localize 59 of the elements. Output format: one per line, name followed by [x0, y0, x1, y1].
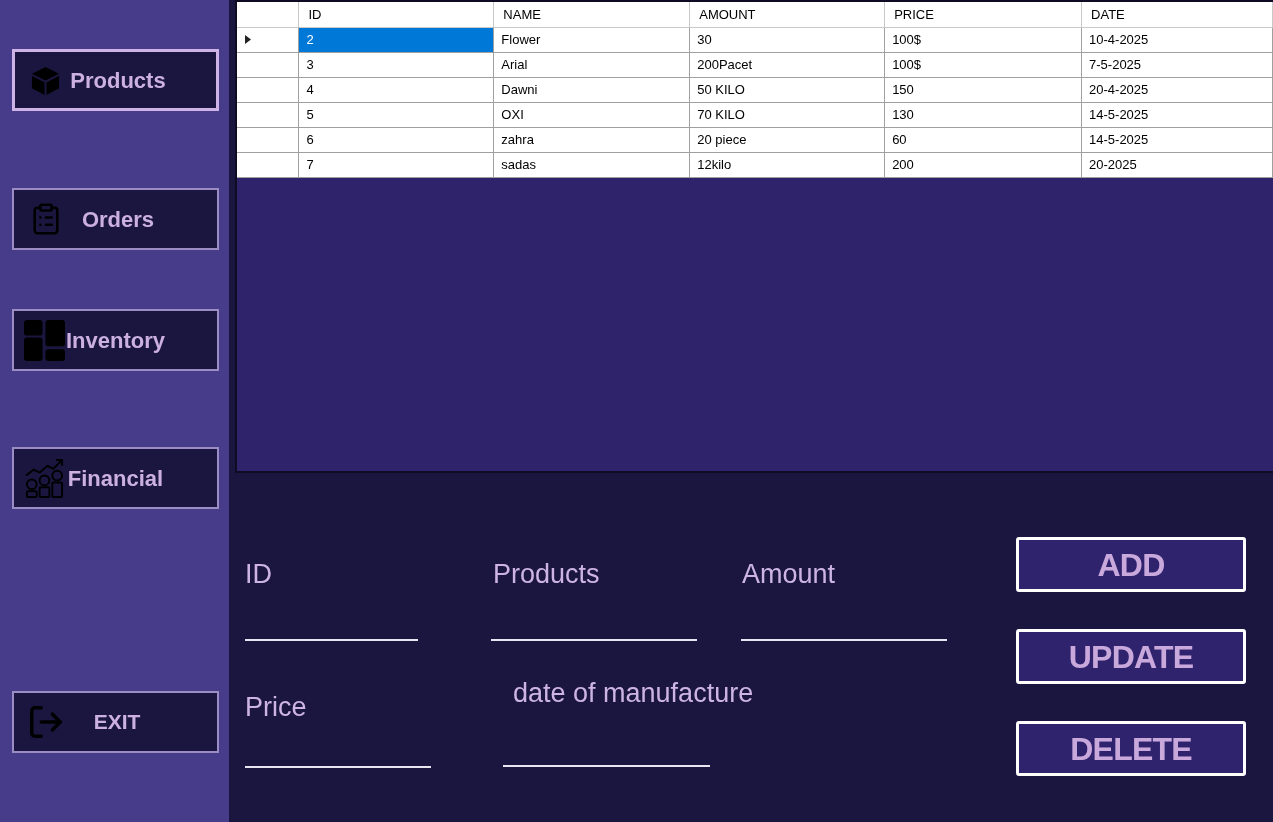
- table-cell: 60: [884, 127, 1082, 152]
- table-cell: 20 piece: [689, 127, 885, 152]
- row-header-cell[interactable]: [237, 27, 299, 52]
- column-header[interactable]: DATE: [1081, 2, 1273, 27]
- row-header-cell[interactable]: [237, 52, 299, 77]
- table-cell: 130: [884, 102, 1082, 127]
- table-cell: 2: [298, 27, 494, 52]
- nav-button[interactable]: Products: [12, 49, 219, 111]
- box-icon: [30, 64, 61, 96]
- table-cell: 6: [298, 127, 494, 152]
- table-cell: Flower: [493, 27, 690, 52]
- table-cell: zahra: [493, 127, 690, 152]
- nav-button[interactable]: Orders: [12, 188, 219, 250]
- table-cell: 14-5-2025: [1081, 102, 1273, 127]
- table-cell: 30: [689, 27, 885, 52]
- nav-button[interactable]: Inventory: [12, 309, 219, 371]
- table-cell: 7-5-2025: [1081, 52, 1273, 77]
- tiles-icon: [24, 319, 65, 361]
- column-header[interactable]: AMOUNT: [689, 2, 885, 27]
- table-cell: 4: [298, 77, 494, 102]
- table-cell: 200: [884, 152, 1082, 177]
- table-cell: 20-4-2025: [1081, 77, 1273, 102]
- table-cell: 10-4-2025: [1081, 27, 1273, 52]
- table-cell: 12kilo: [689, 152, 885, 177]
- action-button[interactable]: ADD: [1016, 537, 1246, 592]
- field-label: Products: [492, 558, 601, 590]
- table-cell: 5: [298, 102, 494, 127]
- table-cell: 3: [298, 52, 494, 77]
- table-cell: 150: [884, 77, 1082, 102]
- column-header[interactable]: ID: [298, 2, 494, 27]
- table-cell: 200Pacet: [689, 52, 885, 77]
- row-header-cell[interactable]: [237, 77, 299, 102]
- table-cell: 7: [298, 152, 494, 177]
- field-label: Price: [245, 691, 308, 723]
- table-cell: 14-5-2025: [1081, 127, 1273, 152]
- nav-button[interactable]: Financial: [12, 447, 219, 509]
- table-cell: 20-2025: [1081, 152, 1273, 177]
- action-button[interactable]: UPDATE: [1016, 629, 1246, 684]
- table-cell: OXI: [493, 102, 690, 127]
- table-cell: 70 KILO: [689, 102, 885, 127]
- row-header-cell[interactable]: [237, 102, 299, 127]
- table-cell: Dawni: [493, 77, 690, 102]
- field-label: date of manufacture: [512, 677, 755, 709]
- field-label: Amount: [741, 558, 837, 590]
- table-cell: Arial: [493, 52, 690, 77]
- field-label: ID: [245, 558, 273, 590]
- column-header[interactable]: PRICE: [884, 2, 1082, 27]
- table-cell: 100$: [884, 52, 1082, 77]
- action-button[interactable]: DELETE: [1016, 721, 1246, 776]
- row-header-cell[interactable]: [237, 152, 299, 177]
- table-cell: sadas: [493, 152, 690, 177]
- exit-icon: [27, 703, 65, 741]
- table-cell: 100$: [884, 27, 1082, 52]
- exit-button[interactable]: EXIT: [12, 691, 219, 753]
- column-header[interactable]: NAME: [493, 2, 690, 27]
- row-pointer-icon: [245, 35, 251, 44]
- row-header-cell[interactable]: [237, 127, 299, 152]
- table-cell: 50 KILO: [689, 77, 885, 102]
- chart-coins-icon: [24, 457, 65, 499]
